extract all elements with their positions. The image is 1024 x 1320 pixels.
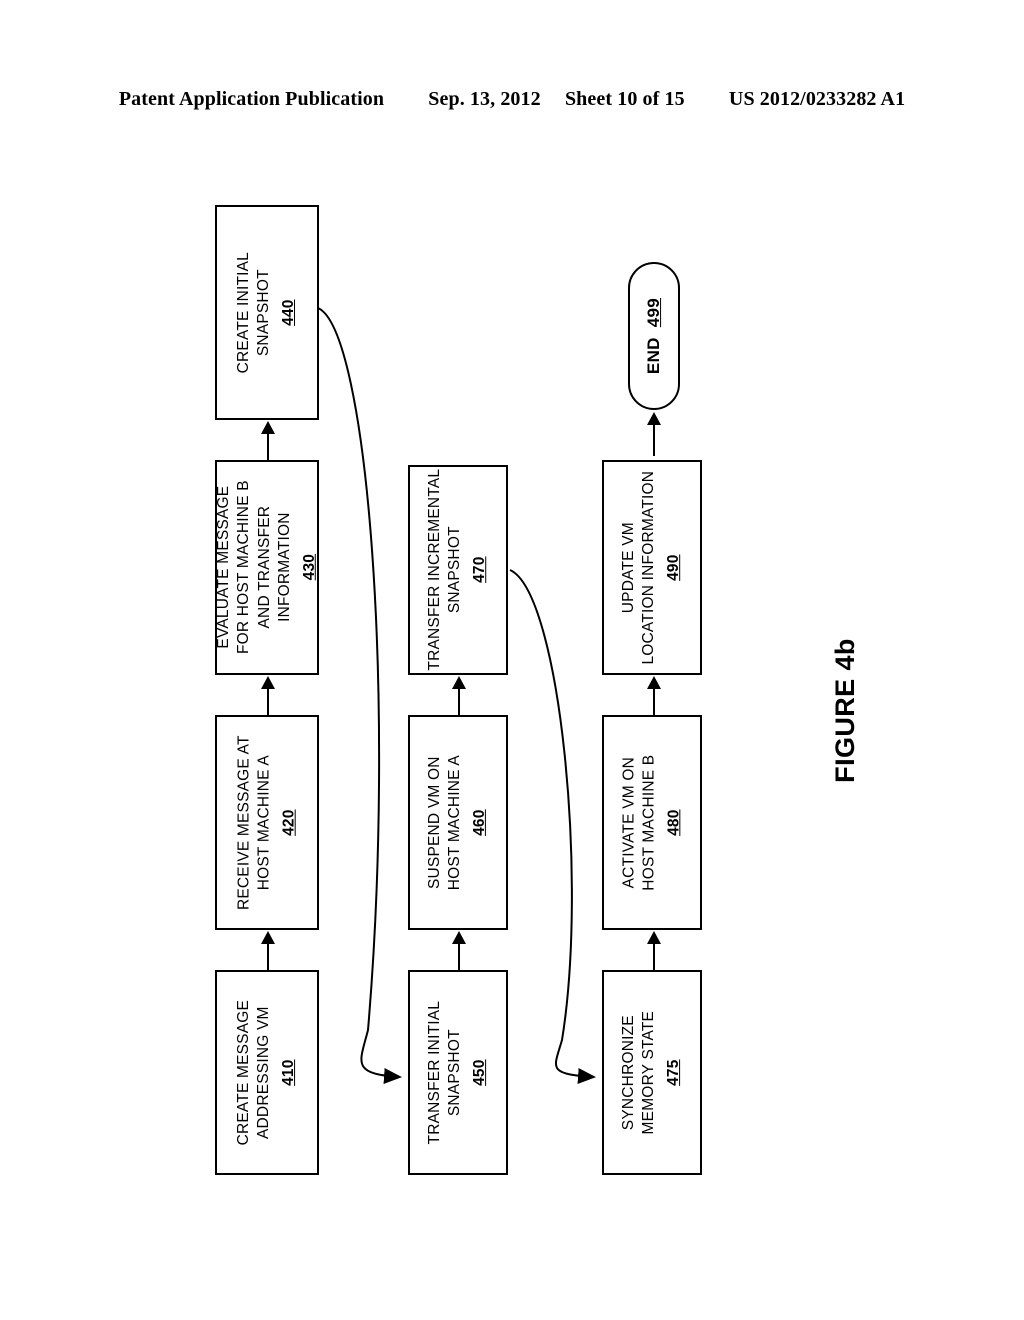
flow-node-410-label: CREATE MESSAGE ADDRESSING VM 410 [235,999,298,1146]
flowchart-diagram: CREATE INITIAL SNAPSHOT 440 EVALUATE MES… [0,0,1024,1320]
flow-node-410[interactable]: CREATE MESSAGE ADDRESSING VM 410 [215,970,319,1175]
edge-490-to-499-arrowhead [647,412,661,425]
flow-node-460[interactable]: SUSPEND VM ON HOST MACHINE A 460 [408,715,508,930]
curved-edge-470-to-475 [509,569,596,1084]
edge-480-to-490 [653,687,655,715]
edge-430-to-440 [267,432,269,460]
edge-420-to-430-arrowhead [261,676,275,689]
flow-node-475[interactable]: SYNCHRONIZE MEMORY STATE 475 [602,970,702,1175]
flow-node-480[interactable]: ACTIVATE VM ON HOST MACHINE B 480 [602,715,702,930]
figure-caption: FIGURE 4b [780,600,910,820]
flow-node-470-label: TRANSFER INCREMENTAL SNAPSHOT 470 [426,469,489,671]
flow-node-420-label: RECEIVE MESSAGE AT HOST MACHINE A 420 [235,735,298,910]
flow-node-470[interactable]: TRANSFER INCREMENTAL SNAPSHOT 470 [408,465,508,675]
edge-475-to-480-arrowhead [647,931,661,944]
flow-node-490[interactable]: UPDATE VM LOCATION INFORMATION 490 [602,460,702,675]
edge-460-to-470 [458,687,460,715]
edge-420-to-430 [267,687,269,715]
flow-node-490-label: UPDATE VM LOCATION INFORMATION 490 [620,470,683,665]
edge-450-to-460 [458,942,460,970]
flow-node-450-label: TRANSFER INITIAL SNAPSHOT 450 [426,1000,489,1145]
flow-node-440[interactable]: CREATE INITIAL SNAPSHOT 440 [215,205,319,420]
flow-node-430[interactable]: EVALUATE MESSAGE FOR HOST MACHINE B AND … [215,460,319,675]
edge-490-to-499 [653,424,655,456]
flow-node-499-label: END 499 [644,297,663,375]
flow-node-480-label: ACTIVATE VM ON HOST MACHINE B 480 [620,754,683,891]
edge-410-to-420-arrowhead [261,931,275,944]
edge-410-to-420 [267,942,269,970]
edge-480-to-490-arrowhead [647,676,661,689]
curved-edge-440-to-450 [317,307,402,1085]
flow-node-460-label: SUSPEND VM ON HOST MACHINE A 460 [426,754,489,891]
flow-node-450[interactable]: TRANSFER INITIAL SNAPSHOT 450 [408,970,508,1175]
flow-node-499-end[interactable]: END 499 [628,262,680,410]
flow-node-475-label: SYNCHRONIZE MEMORY STATE 475 [620,1010,683,1135]
edge-450-to-460-arrowhead [452,931,466,944]
edge-430-to-440-arrowhead [261,421,275,434]
flow-node-440-label: CREATE INITIAL SNAPSHOT 440 [235,251,298,374]
flow-node-430-label: EVALUATE MESSAGE FOR HOST MACHINE B AND … [214,480,318,655]
flow-node-420[interactable]: RECEIVE MESSAGE AT HOST MACHINE A 420 [215,715,319,930]
edge-460-to-470-arrowhead [452,676,466,689]
figure-caption-label: FIGURE 4b [829,637,860,783]
edge-475-to-480 [653,942,655,970]
